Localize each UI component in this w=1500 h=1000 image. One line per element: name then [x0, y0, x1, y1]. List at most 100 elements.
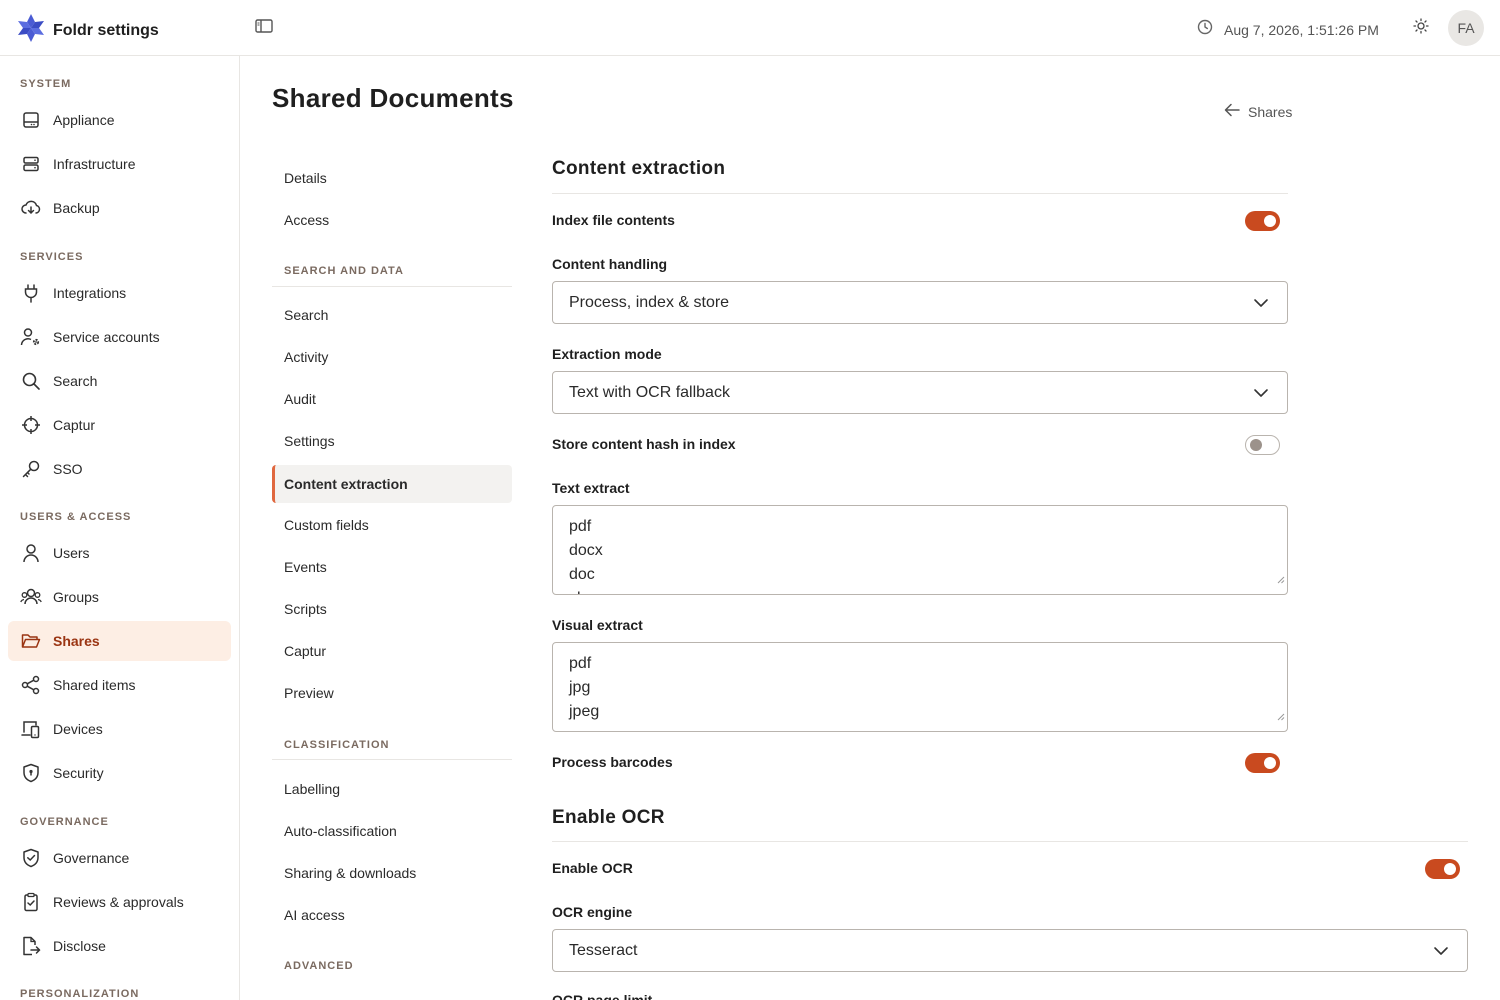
subnav-search[interactable]: Search: [272, 296, 512, 334]
user-avatar[interactable]: FA: [1448, 10, 1484, 46]
key-icon: [20, 458, 42, 480]
sidebar: SYSTEM Appliance Infrastructure Backup S…: [0, 56, 240, 1000]
ocr-page-limit-label: OCR page limit: [552, 992, 653, 1000]
content-handling-select[interactable]: Process, index & store: [552, 281, 1288, 324]
sidebar-item-security[interactable]: Security: [8, 753, 231, 793]
extraction-mode-value: Text with OCR fallback: [569, 383, 730, 401]
sidebar-section-personalization: PERSONALIZATION: [20, 988, 140, 1000]
brand[interactable]: Foldr settings: [17, 13, 159, 48]
subnav-ai-access[interactable]: AI access: [272, 896, 512, 934]
ocr-engine-value: Tesseract: [569, 941, 638, 959]
subnav-audit[interactable]: Audit: [272, 380, 512, 418]
sidebar-toggle-button[interactable]: [254, 18, 274, 38]
ocr-engine-select[interactable]: Tesseract: [552, 929, 1468, 972]
arrow-left-icon: [1224, 103, 1240, 120]
sidebar-item-label: Appliance: [53, 112, 115, 128]
resize-handle-icon[interactable]: [1277, 568, 1285, 592]
textarea-line: pdf: [569, 655, 592, 672]
sidebar-item-users[interactable]: Users: [8, 533, 231, 573]
sidebar-item-label: Search: [53, 373, 98, 389]
subnav-labelling[interactable]: Labelling: [272, 770, 512, 808]
section-divider: [552, 193, 1288, 194]
subnav-details[interactable]: Details: [272, 159, 512, 197]
textarea-line: pdf: [569, 518, 592, 535]
enable-ocr-heading: Enable OCR: [552, 807, 665, 828]
subnav-section-search-data: SEARCH AND DATA: [284, 265, 404, 277]
subnav-captur[interactable]: Captur: [272, 632, 512, 670]
subnav-activity[interactable]: Activity: [272, 338, 512, 376]
page-title: Shared Documents: [272, 83, 514, 113]
sidebar-item-shared-items[interactable]: Shared items: [8, 665, 231, 705]
visual-extract-textarea[interactable]: pdf jpg jpeg: [552, 642, 1288, 732]
extraction-mode-select[interactable]: Text with OCR fallback: [552, 371, 1288, 414]
sidebar-item-disclose[interactable]: Disclose: [8, 926, 231, 966]
sidebar-section-services: SERVICES: [20, 251, 84, 263]
sidebar-item-infrastructure[interactable]: Infrastructure: [8, 144, 231, 184]
subnav-content-extraction[interactable]: Content extraction: [272, 465, 512, 503]
chevron-down-icon: [1433, 943, 1449, 964]
shield-check-icon: [20, 847, 42, 869]
users-icon: [20, 586, 42, 608]
app-title: Foldr settings: [53, 21, 159, 39]
clipboard-check-icon: [20, 891, 42, 913]
foldr-logo-icon: [17, 13, 45, 48]
sidebar-item-governance[interactable]: Governance: [8, 838, 231, 878]
subnav-auto-classification[interactable]: Auto-classification: [272, 812, 512, 850]
crosshair-icon: [20, 414, 42, 436]
subnav-events[interactable]: Events: [272, 548, 512, 586]
store-hash-label: Store content hash in index: [552, 436, 736, 452]
sidebar-item-sso[interactable]: SSO: [8, 449, 231, 489]
text-extract-label: Text extract: [552, 480, 630, 496]
sidebar-item-backup[interactable]: Backup: [8, 188, 231, 228]
sidebar-item-reviews-approvals[interactable]: Reviews & approvals: [8, 882, 231, 922]
sidebar-item-service-accounts[interactable]: Service accounts: [8, 317, 231, 357]
resize-handle-icon[interactable]: [1277, 705, 1285, 729]
enable-ocr-label: Enable OCR: [552, 860, 633, 876]
subnav-divider: [272, 286, 512, 287]
subnav-preview[interactable]: Preview: [272, 674, 512, 712]
subnav-scripts[interactable]: Scripts: [272, 590, 512, 628]
store-hash-toggle[interactable]: [1245, 435, 1280, 455]
text-extract-textarea[interactable]: pdf docx doc xls: [552, 505, 1288, 595]
sidebar-item-label: Infrastructure: [53, 156, 136, 172]
back-to-shares-link[interactable]: Shares: [1224, 103, 1292, 120]
sidebar-item-groups[interactable]: Groups: [8, 577, 231, 617]
content-handling-value: Process, index & store: [569, 293, 730, 311]
subnav-section-classification: CLASSIFICATION: [284, 739, 390, 751]
sidebar-item-shares[interactable]: Shares: [8, 621, 231, 661]
share-icon: [20, 674, 42, 696]
visual-extract-label: Visual extract: [552, 617, 643, 633]
plug-icon: [20, 282, 42, 304]
content-handling-label: Content handling: [552, 256, 668, 272]
process-barcodes-toggle[interactable]: [1245, 753, 1280, 773]
back-link-label: Shares: [1248, 103, 1293, 120]
subnav-sharing-downloads[interactable]: Sharing & downloads: [272, 854, 512, 892]
sidebar-item-search[interactable]: Search: [8, 361, 231, 401]
subnav-settings[interactable]: Settings: [272, 422, 512, 460]
appliance-icon: [20, 109, 42, 131]
subnav-custom-fields[interactable]: Custom fields: [272, 506, 512, 544]
ocr-engine-label: OCR engine: [552, 904, 633, 920]
sun-icon: [1413, 17, 1429, 39]
sidebar-item-captur[interactable]: Captur: [8, 405, 231, 445]
sidebar-item-label: SSO: [53, 461, 83, 477]
sidebar-item-devices[interactable]: Devices: [8, 709, 231, 749]
sidebar-panel-icon: [255, 18, 273, 38]
content-extraction-heading: Content extraction: [552, 158, 726, 179]
subnav-access[interactable]: Access: [272, 201, 512, 239]
sidebar-item-integrations[interactable]: Integrations: [8, 273, 231, 313]
subnav-divider: [272, 759, 512, 760]
textarea-line: docx: [569, 542, 603, 559]
shield-keyhole-icon: [20, 762, 42, 784]
sidebar-item-appliance[interactable]: Appliance: [8, 100, 231, 140]
enable-ocr-toggle[interactable]: [1425, 859, 1460, 879]
theme-toggle-button[interactable]: [1410, 17, 1432, 39]
datetime-text: Aug 7, 2026, 1:51:26 PM: [1224, 21, 1379, 38]
server-icon: [20, 153, 42, 175]
file-export-icon: [20, 935, 42, 957]
chevron-down-icon: [1253, 385, 1269, 406]
top-bar: Foldr settings Aug 7, 2026, 1:51:26 PM F…: [0, 0, 1500, 56]
subnav-section-advanced: ADVANCED: [284, 960, 354, 972]
textarea-line: jpg: [569, 679, 591, 696]
index-file-contents-toggle[interactable]: [1245, 211, 1280, 231]
